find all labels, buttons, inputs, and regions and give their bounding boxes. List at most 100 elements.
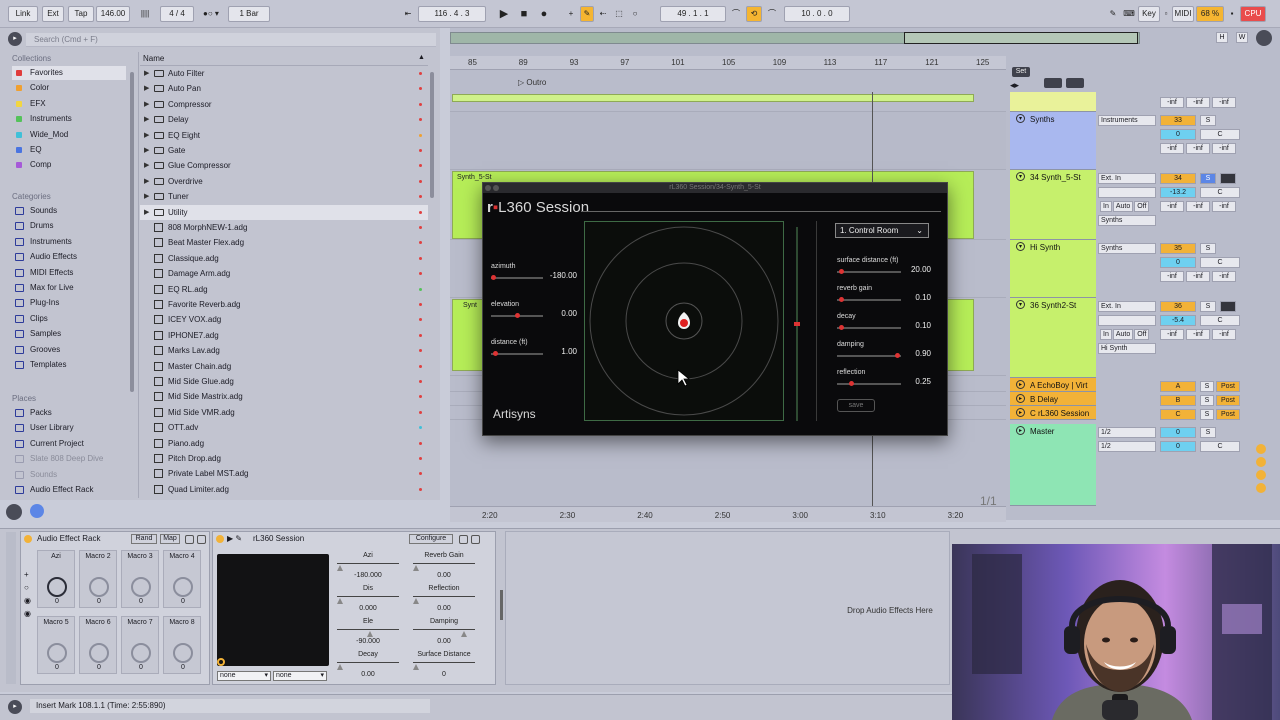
browser-divider[interactable] — [138, 52, 139, 498]
sort-arrow-icon[interactable]: ▲ — [418, 54, 425, 61]
view-toggle-icon[interactable] — [1256, 30, 1272, 46]
clip-group-synths[interactable] — [452, 94, 974, 102]
send-readout[interactable]: 0 — [1160, 441, 1196, 452]
send-readout[interactable]: -5.4 — [1160, 315, 1196, 326]
arm-button[interactable] — [1220, 301, 1236, 312]
overdub-icon[interactable]: + — [564, 6, 578, 22]
track-lane-group[interactable] — [450, 112, 1006, 170]
slider-handle-icon[interactable] — [413, 598, 419, 604]
macro-knob[interactable]: Macro 6 0 — [79, 616, 117, 674]
slider-handle[interactable] — [515, 313, 520, 318]
solo-button[interactable]: S — [1200, 115, 1216, 126]
send-readout[interactable]: 0 — [1160, 257, 1196, 268]
collection-item[interactable]: Favorites — [12, 66, 126, 80]
track-header[interactable]: ▾ 36 Synth2-St — [1010, 298, 1096, 378]
track-output-select[interactable]: Hi Synth — [1098, 343, 1156, 354]
track-io-select[interactable]: Ext. In — [1098, 173, 1156, 184]
info-icon[interactable] — [30, 504, 44, 518]
session-record-icon[interactable]: ○ — [628, 6, 642, 22]
browser-file-row[interactable]: Mid Side Glue.adg — [140, 374, 428, 389]
browser-file-row[interactable]: Mid Side VMR.adg — [140, 405, 428, 420]
knob-dial-icon[interactable] — [47, 577, 67, 597]
link-button[interactable]: Link — [8, 6, 38, 22]
expand-arrow-icon[interactable]: ▶ — [144, 112, 149, 127]
loop-toggle-icon[interactable]: ⟲ — [746, 6, 762, 22]
pan-control[interactable]: C — [1200, 315, 1240, 326]
volume-readout[interactable]: 0 — [1160, 427, 1196, 438]
pan-control[interactable]: C — [1200, 129, 1240, 140]
sidebar-scrollbar[interactable] — [130, 72, 134, 392]
configure-button[interactable]: Configure — [409, 534, 453, 544]
expand-arrow-icon[interactable]: ▶ — [144, 128, 149, 143]
expand-arrow-icon[interactable]: ▶ — [144, 189, 149, 204]
place-item[interactable]: Audio Effect Rack — [12, 483, 126, 497]
place-item[interactable]: Slate 808 Deep Dive — [12, 452, 126, 466]
track-io-select[interactable]: Synths — [1098, 243, 1156, 254]
track-header[interactable]: ▸ B Delay — [1010, 392, 1096, 406]
category-item[interactable]: Clips — [12, 312, 126, 326]
category-item[interactable]: Samples — [12, 327, 126, 341]
elevation-meter-handle[interactable] — [794, 322, 800, 326]
rack-save-icon[interactable] — [185, 535, 194, 544]
browser-file-row[interactable]: IPHONE7.adg — [140, 328, 428, 343]
category-item[interactable]: Sounds — [12, 204, 126, 218]
device-play-icon[interactable]: ▶ ✎ — [227, 534, 242, 543]
browser-folder-row[interactable]: ▶ EQ Eight — [140, 128, 428, 143]
rand-button[interactable]: Rand — [131, 534, 157, 544]
pan-control[interactable]: C — [1200, 187, 1240, 198]
window-close-icon[interactable] — [485, 185, 491, 191]
record-icon[interactable]: ● — [536, 6, 552, 22]
fold-icon[interactable]: ▾ — [1016, 300, 1025, 309]
monitor-auto-button[interactable]: Auto — [1112, 201, 1134, 212]
loop-length-field[interactable]: 10 . 0 . 0 — [784, 6, 850, 22]
arm-button[interactable] — [1220, 173, 1236, 184]
monitor-buttons[interactable]: In Auto Off — [1098, 201, 1156, 212]
browser-toggle-icon[interactable]: ▸ — [8, 32, 22, 46]
status-expand-icon[interactable]: ▸ — [8, 700, 22, 714]
category-item[interactable]: Audio Effects — [12, 250, 126, 264]
expand-arrow-icon[interactable]: ▶ — [144, 143, 149, 158]
macro-knob[interactable]: Macro 3 0 — [121, 550, 159, 608]
monitor-auto-button[interactable]: Auto — [1112, 329, 1134, 340]
collection-item[interactable]: EFX — [12, 97, 126, 111]
slider-handle-icon[interactable] — [367, 631, 373, 637]
knob-dial-icon[interactable] — [131, 643, 151, 663]
loop-start-field[interactable]: 49 . 1 . 1 — [660, 6, 726, 22]
map-button[interactable]: Map — [160, 534, 180, 544]
plugin-window-titlebar[interactable]: rL360 Session/34-Synth_5-St — [483, 183, 947, 193]
knob-dial-icon[interactable] — [173, 643, 193, 663]
post-button[interactable]: Post — [1216, 381, 1240, 392]
track-io-select[interactable]: 1/2 — [1098, 427, 1156, 438]
input-channel-select[interactable] — [1098, 187, 1156, 198]
track-header[interactable]: ▸ Master — [1010, 424, 1096, 506]
solo-button[interactable]: S — [1200, 301, 1216, 312]
ext-sync-button[interactable]: Ext — [42, 6, 64, 22]
collection-item[interactable]: Color — [12, 81, 126, 95]
volume-readout[interactable]: 36 — [1160, 301, 1196, 312]
track-header[interactable]: ▸ A EchoBoy | Virt — [1010, 378, 1096, 392]
device-param-slider[interactable] — [337, 596, 399, 597]
outro-locator[interactable]: ▷ Outro — [518, 78, 546, 87]
macro-knob[interactable]: Macro 2 0 — [79, 550, 117, 608]
input-select-2[interactable]: none ▾ — [273, 671, 327, 681]
expand-arrow-icon[interactable]: ▶ — [144, 66, 149, 81]
expand-arrow-icon[interactable]: ▶ — [144, 97, 149, 112]
browser-file-row[interactable]: 808 MorphNEW-1.adg — [140, 220, 428, 235]
device-param-slider[interactable] — [413, 629, 475, 630]
browser-file-row[interactable]: Quad Limiter.adg — [140, 482, 428, 497]
input-select-1[interactable]: none ▾ — [217, 671, 271, 681]
group-header-top[interactable] — [1010, 92, 1096, 112]
track-output-select[interactable]: 1/2 — [1098, 441, 1156, 452]
browser-folder-row[interactable]: ▶ Auto Filter — [140, 66, 428, 81]
return-activator[interactable]: B — [1160, 395, 1196, 406]
overview-selection[interactable] — [904, 32, 1138, 44]
track-header[interactable]: ▾ Synths — [1010, 112, 1096, 170]
category-item[interactable]: Plug-Ins — [12, 296, 126, 310]
macro-knob[interactable]: Macro 4 0 — [163, 550, 201, 608]
fold-icon[interactable] — [1066, 78, 1084, 88]
time-ruler[interactable]: 2:20 2:30 2:40 2:50 3:00 3:10 3:20 — [450, 506, 1006, 522]
browser-file-row[interactable]: Pitch Drop.adg — [140, 451, 428, 466]
metronome-toggle-icon[interactable]: ●○ ▾ — [196, 6, 226, 22]
device-resize-handle[interactable] — [500, 590, 503, 620]
slider-handle-icon[interactable] — [337, 598, 343, 604]
